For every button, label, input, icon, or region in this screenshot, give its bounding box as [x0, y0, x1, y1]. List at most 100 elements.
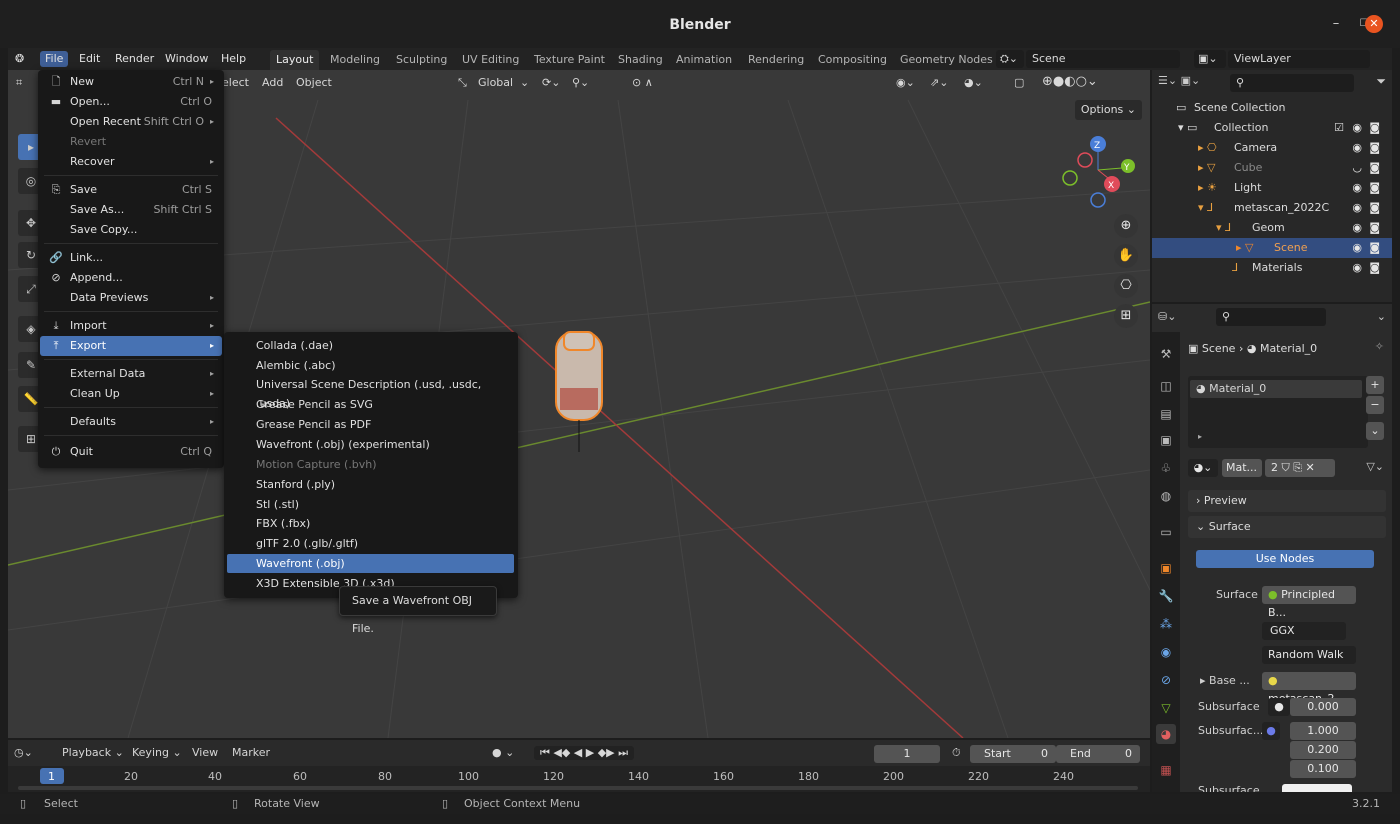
- camera-render-icon[interactable]: ◙: [1369, 118, 1380, 138]
- file-open[interactable]: ▬ Open... Ctrl O: [40, 92, 222, 112]
- subsurface-radius-socket-icon[interactable]: ●: [1262, 722, 1280, 740]
- export-alembic[interactable]: Alembic (.abc): [227, 356, 514, 375]
- export-grease-pencil-pdf[interactable]: Grease Pencil as PDF: [227, 415, 514, 434]
- outliner-row-light[interactable]: ▸ ☀ Light ◉ ◙: [1152, 178, 1392, 198]
- tab-modeling[interactable]: Modeling: [324, 50, 386, 70]
- camera-render-icon[interactable]: ◙: [1369, 238, 1380, 258]
- world-tab-icon[interactable]: ◍: [1156, 486, 1176, 506]
- export-stl[interactable]: Stl (.stl): [227, 495, 514, 514]
- surface-shader-field[interactable]: ● Principled B...: [1262, 586, 1356, 619]
- radius-x-field[interactable]: 1.000: [1290, 722, 1356, 740]
- radius-z-field[interactable]: 0.100: [1290, 760, 1356, 778]
- snap-icon[interactable]: ⚲⌄: [572, 76, 589, 89]
- keying-menu[interactable]: Keying ⌄: [132, 746, 182, 759]
- camera-render-icon[interactable]: ◙: [1369, 258, 1380, 278]
- checkbox-icon[interactable]: ☑: [1334, 118, 1344, 138]
- menu-help[interactable]: Help: [216, 51, 251, 67]
- file-open-recent[interactable]: Open Recent ▸ Shift Ctrl O: [40, 112, 222, 132]
- outliner-row-metascan[interactable]: ▾ ⅃ metascan_2022C ◉ ◙: [1152, 198, 1392, 218]
- base-color-field[interactable]: ● metascan_2...: [1262, 672, 1356, 705]
- close-button[interactable]: ✕: [1365, 15, 1383, 33]
- texture-tab-icon[interactable]: ▦: [1156, 760, 1176, 780]
- export-fbx[interactable]: FBX (.fbx): [227, 514, 514, 533]
- outliner-display-mode-icon[interactable]: ☰⌄ ▣⌄: [1158, 74, 1200, 87]
- outliner-row-geom[interactable]: ▾ ⅃ Geom ◉ ◙: [1152, 218, 1392, 238]
- use-nodes-button[interactable]: Use Nodes: [1196, 550, 1374, 568]
- file-save-copy[interactable]: Save Copy...: [40, 220, 222, 240]
- filter-icon[interactable]: ⏷: [1376, 74, 1386, 89]
- outliner-search-input[interactable]: ⚲: [1230, 74, 1354, 92]
- xray-icon[interactable]: ▢: [1014, 76, 1024, 89]
- outliner-row-materials[interactable]: ⅃ Materials ◉ ◙: [1152, 258, 1392, 278]
- distribution-dropdown[interactable]: GGX: [1262, 622, 1346, 640]
- material-name-field[interactable]: Mat...: [1221, 459, 1262, 477]
- output-tab-icon[interactable]: ▤: [1156, 404, 1176, 424]
- eye-closed-icon[interactable]: ◡: [1352, 158, 1362, 178]
- stopwatch-icon[interactable]: ⏱: [952, 746, 961, 760]
- eye-icon[interactable]: ◉: [1352, 178, 1362, 198]
- particles-tab-icon[interactable]: ⁂: [1156, 614, 1176, 634]
- proportional-edit-icon[interactable]: ⊙ ∧: [632, 76, 653, 89]
- current-frame-field[interactable]: 1: [874, 745, 940, 763]
- outliner-row-collection[interactable]: ▾ ▭ Collection ☑ ◉ ◙: [1152, 118, 1392, 138]
- tab-layout[interactable]: Layout: [270, 50, 320, 70]
- subsurface-value-field[interactable]: 0.000: [1290, 698, 1356, 716]
- mesh-filter-icon[interactable]: ▽⌄: [1366, 460, 1384, 473]
- file-import[interactable]: ⤓ Import ▸: [40, 316, 222, 336]
- render-tab-icon[interactable]: ◫: [1156, 376, 1176, 396]
- file-new[interactable]: 🗋 New ▸ Ctrl N: [40, 72, 222, 92]
- start-frame-field[interactable]: Start 0: [970, 745, 1056, 763]
- outliner-row-cube[interactable]: ▸ ▽ Cube ◡ ◙: [1152, 158, 1392, 178]
- constraints-tab-icon[interactable]: ⊘: [1156, 670, 1176, 690]
- file-append[interactable]: ⊘ Append...: [40, 268, 222, 288]
- eye-icon[interactable]: ◉: [1352, 138, 1362, 158]
- file-quit[interactable]: ⏻ Quit Ctrl Q: [40, 442, 222, 462]
- menu-window[interactable]: Window: [160, 51, 213, 67]
- zoom-icon[interactable]: ⊕: [1114, 214, 1138, 238]
- minimize-button[interactable]: –: [1327, 15, 1345, 33]
- modifier-tab-icon[interactable]: 🔧: [1156, 586, 1176, 606]
- add-menu[interactable]: Add: [262, 76, 283, 89]
- data-tab-icon[interactable]: ▽: [1156, 698, 1176, 718]
- marker-menu[interactable]: Marker: [232, 746, 270, 759]
- record-button[interactable]: ● ⌄: [492, 746, 514, 759]
- menu-edit[interactable]: Edit: [74, 51, 105, 67]
- camera-view-icon[interactable]: ⎔: [1114, 274, 1138, 298]
- material-browse-icon[interactable]: ◕⌄: [1188, 459, 1218, 477]
- material-users-field[interactable]: 2 ⛉ ⎘ ✕: [1265, 459, 1335, 477]
- eye-icon[interactable]: ◉: [1352, 258, 1362, 278]
- tab-texture-paint[interactable]: Texture Paint: [528, 50, 611, 70]
- pivot-point-icon[interactable]: ⟳⌄: [542, 76, 560, 89]
- view-layer-field[interactable]: ViewLayer: [1228, 50, 1370, 68]
- tool-tab-icon[interactable]: ⚒: [1156, 344, 1176, 364]
- timeline-scrollbar[interactable]: [18, 786, 1138, 790]
- chevron-down-icon[interactable]: ⌄: [1377, 310, 1386, 323]
- slot-menu-button[interactable]: ⌄: [1366, 422, 1384, 440]
- tab-shading[interactable]: Shading: [612, 50, 669, 70]
- playback-controls[interactable]: ⏮ ◀◆ ◀ ▶ ◆▶ ⏭: [534, 746, 635, 760]
- end-frame-field[interactable]: End 0: [1056, 745, 1140, 763]
- eye-icon[interactable]: ◉: [1352, 118, 1362, 138]
- collection-tab-icon[interactable]: ▭: [1156, 522, 1176, 542]
- pan-hand-icon[interactable]: ✋: [1114, 244, 1138, 268]
- export-ply[interactable]: Stanford (.ply): [227, 475, 514, 494]
- eye-icon[interactable]: ◉: [1352, 198, 1362, 218]
- camera-render-icon[interactable]: ◙: [1369, 158, 1380, 178]
- file-external-data[interactable]: External Data ▸: [40, 364, 222, 384]
- file-recover[interactable]: Recover ▸: [40, 152, 222, 172]
- expand-icon[interactable]: ▸: [1198, 432, 1202, 441]
- export-wavefront-experimental[interactable]: Wavefront (.obj) (experimental): [227, 435, 514, 454]
- menu-file[interactable]: File: [40, 51, 69, 67]
- export-collada[interactable]: Collada (.dae): [227, 336, 514, 355]
- subsurface-method-dropdown[interactable]: Random Walk ⌄: [1262, 646, 1356, 679]
- transform-orientation-dropdown[interactable]: Global: [478, 76, 513, 89]
- view-menu[interactable]: View: [192, 746, 218, 759]
- file-defaults[interactable]: Defaults ▸: [40, 412, 222, 432]
- file-data-previews[interactable]: Data Previews ▸: [40, 288, 222, 308]
- overlay-icon[interactable]: ◕⌄: [964, 76, 983, 89]
- tab-compositing[interactable]: Compositing: [812, 50, 893, 70]
- scene-tab-icon[interactable]: ♧: [1156, 458, 1176, 478]
- material-slot-list[interactable]: ◕ Material_0 ▸: [1188, 376, 1368, 448]
- file-clean-up[interactable]: Clean Up ▸: [40, 384, 222, 404]
- export-grease-pencil-svg[interactable]: Grease Pencil as SVG: [227, 395, 514, 414]
